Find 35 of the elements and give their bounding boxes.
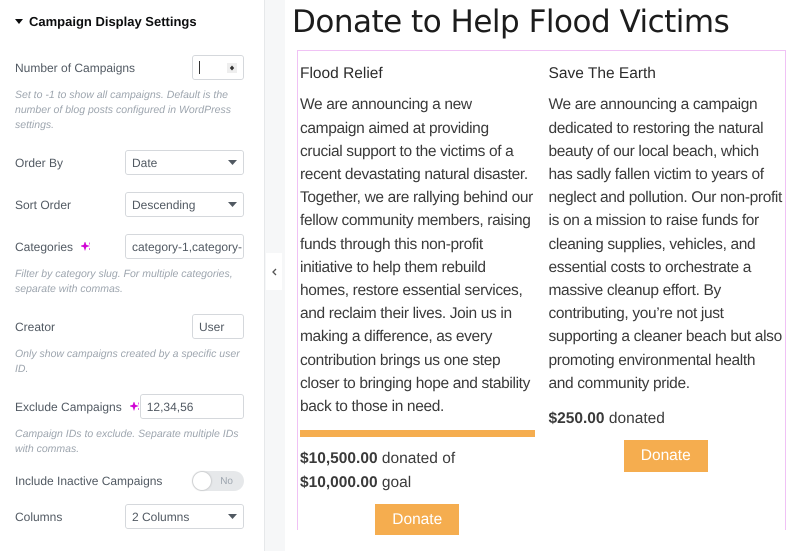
field-label: Categories <box>15 238 74 256</box>
dropdown-caret-icon <box>228 514 237 519</box>
help-text: Only show campaigns created by a specific user ID. <box>15 346 241 376</box>
text-field[interactable]: User <box>192 314 244 339</box>
field-label: Number of Campaigns <box>15 60 136 76</box>
dropdown-caret-icon <box>228 202 237 207</box>
text-field[interactable]: 12,34,56 <box>140 394 244 419</box>
field-label: Creator <box>15 318 56 336</box>
sparkle-icon[interactable] <box>130 402 140 411</box>
help-text: Filter by category slug. For multiple categories, separate with commas. <box>15 266 234 296</box>
caret-icon[interactable] <box>15 18 23 25</box>
field-label: Columns <box>15 508 62 526</box>
number-field[interactable] <box>192 55 244 80</box>
help-text: Set to -1 to show all campaigns. Default is the number of blog posts configured in WordPress settings. <box>15 88 232 132</box>
text-field[interactable]: category-1,category- <box>125 234 244 259</box>
sparkle-icon[interactable] <box>81 242 92 251</box>
select-field[interactable]: Descending <box>125 192 244 217</box>
section-title: Campaign Display Settings <box>29 13 197 31</box>
donation-amount: $10,500.00 donated of $10,000.00 goal <box>300 449 456 493</box>
campaign-description: We are announcing a new campaign aimed at providing crucial support to the victims of a recent devastating natural disaster. Together, we are rallying behind our fellow community members, raising funds through this non-profit initiative to help them rebuild homes, restore essential services, and reclaim their lives. Join us in making a difference, as every contribution brings us one step closer to bringing hope and stability back to those in need. <box>300 95 534 418</box>
campaign-title: Flood Relief <box>300 64 384 84</box>
campaign-title: Save The Earth <box>548 64 657 84</box>
field-label: Exclude Campaigns <box>15 398 122 416</box>
select-field[interactable]: 2 Columns <box>125 504 244 529</box>
field-label: Order By <box>15 154 64 172</box>
donation-amount: $250.00 donated <box>548 409 666 430</box>
page-title: Donate to Help Flood Victims <box>292 4 730 42</box>
dropdown-caret-icon <box>228 160 237 165</box>
field-label: Include Inactive Campaigns <box>15 474 162 488</box>
select-field[interactable]: Date <box>125 150 244 175</box>
campaign-description: We are announcing a campaign dedicated to restoring the natural beauty of our local beach, which has sadly fallen victim to years of neglect and pollution. Our non-profit is on a mission to raise funds for cleaning supplies, vehicles, and essential costs to orchestrate a massive cleanup effort. By contributing, you’re not just supporting a cleaner beach but also promoting environmental health and community pride. <box>548 95 783 394</box>
spinner-icon[interactable] <box>227 62 237 72</box>
help-text: Campaign IDs to exclude. Separate multiple IDs with commas. <box>15 426 240 456</box>
field-label: Sort Order <box>15 196 72 214</box>
chevron-left-icon <box>272 268 276 276</box>
